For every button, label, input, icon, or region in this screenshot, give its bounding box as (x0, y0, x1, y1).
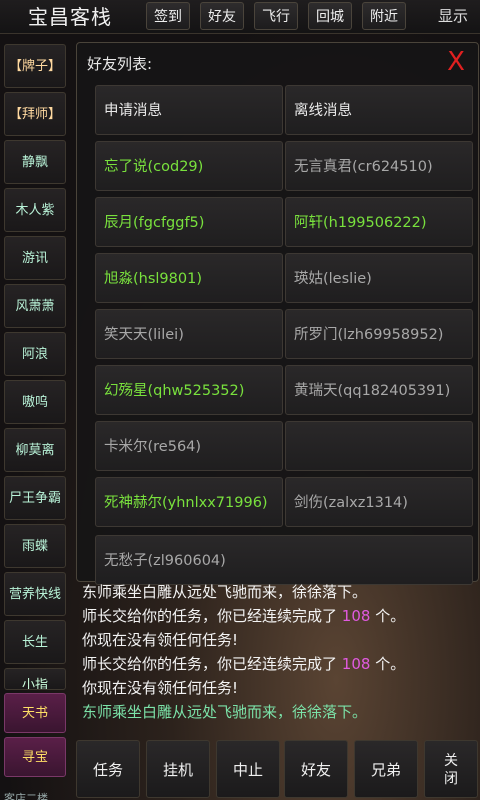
friend-entry[interactable]: 无言真君(cr624510) (285, 141, 473, 191)
chat-line: 东师乘坐白雕从远处飞驰而来，徐徐落下。 (82, 700, 367, 724)
sidebar-item-player[interactable]: 阿浪 (4, 332, 66, 376)
friend-entry[interactable]: 幻殇星(qhw525352) (95, 365, 283, 415)
friends-top-button[interactable]: 好友 (200, 2, 244, 30)
sidebar-item-apprentice[interactable]: 【拜师】 (4, 92, 66, 136)
chat-line: 师长交给你的任务，你已经连续完成了 108 个。 (82, 604, 405, 628)
friend-entry[interactable]: 阿轩(h199506222) (285, 197, 473, 247)
sign-in-button[interactable]: 签到 (146, 2, 190, 30)
chat-text: 你现在没有领任何任务! (82, 679, 239, 697)
chat-line: 东师乘坐白雕从远处飞驰而来，徐徐落下。 (82, 580, 367, 604)
sidebar-item-player[interactable]: 柳莫离 (4, 428, 66, 472)
sidebar-item-player[interactable]: 嗷呜 (4, 380, 66, 424)
sidebar-item-player[interactable]: 小指 (4, 668, 66, 690)
chat-line: 师长交给你的任务，你已经连续完成了 108 个。 (82, 652, 405, 676)
friend-entry-empty[interactable] (285, 421, 473, 471)
friend-entry[interactable]: 笑天天(lilei) (95, 309, 283, 359)
close-label-top: 关 (444, 753, 458, 769)
friend-entry[interactable]: 卡米尔(re564) (95, 421, 283, 471)
dialog-title: 好友列表: (87, 55, 153, 73)
location-label: 客店二楼 (4, 792, 48, 800)
sidebar: 【牌子】 【拜师】 静飘 木人紫 游讯 风萧萧 阿浪 嗷呜 柳莫离 尸王争霸 雨… (0, 38, 70, 800)
chat-text: 个。 (370, 607, 406, 625)
friend-entry[interactable]: 旭淼(hsl9801) (95, 253, 283, 303)
chat-line: 你现在没有领任何任务! (82, 676, 238, 700)
sidebar-item-player[interactable]: 静飘 (4, 140, 66, 184)
stop-button[interactable]: 中止 (216, 740, 280, 798)
friend-entry[interactable]: 瑛姑(leslie) (285, 253, 473, 303)
chat-text: 师长交给你的任务，你已经连续完成了 (82, 607, 342, 625)
close-panel-button[interactable]: 关 闭 (424, 740, 478, 798)
sidebar-item-player[interactable]: 长生 (4, 620, 66, 664)
sidebar-item-treasure[interactable]: 寻宝 (4, 737, 66, 777)
chat-line: 你现在没有领任何任务! (82, 628, 238, 652)
friend-entry[interactable]: 所罗门(lzh69958952) (285, 309, 473, 359)
app-title: 宝昌客栈 (28, 5, 112, 29)
close-label-bottom: 闭 (444, 771, 458, 787)
friend-entry[interactable]: 忘了说(cod29) (95, 141, 283, 191)
chat-text: 个。 (370, 655, 406, 673)
friend-entry[interactable]: 剑伤(zalxz1314) (285, 477, 473, 527)
header-apply-messages[interactable]: 申请消息 (95, 85, 283, 135)
task-button[interactable]: 任务 (76, 740, 140, 798)
sidebar-item-player[interactable]: 木人紫 (4, 188, 66, 232)
close-icon[interactable]: X (444, 49, 468, 75)
nearby-button[interactable]: 附近 (362, 2, 406, 30)
sidebar-item-player[interactable]: 风萧萧 (4, 284, 66, 328)
auto-battle-button[interactable]: 挂机 (146, 740, 210, 798)
sidebar-item-player[interactable]: 尸王争霸 (4, 476, 66, 520)
sidebar-item-tianshu[interactable]: 天书 (4, 693, 66, 733)
fly-button[interactable]: 飞行 (254, 2, 298, 30)
chat-count: 108 (341, 607, 371, 625)
chat-text: 师长交给你的任务，你已经连续完成了 (82, 655, 342, 673)
sidebar-item-player[interactable]: 营养快线 (4, 572, 66, 616)
friend-entry[interactable]: 死神赫尔(yhnlxx71996) (95, 477, 283, 527)
sidebar-item-player[interactable]: 雨蝶 (4, 524, 66, 568)
friend-entry[interactable]: 辰月(fgcfggf5) (95, 197, 283, 247)
friends-button[interactable]: 好友 (284, 740, 348, 798)
chat-text: 东师乘坐白雕从远处飞驰而来，徐徐落下。 (82, 583, 368, 601)
friend-entry[interactable]: 黄瑞天(qq182405391) (285, 365, 473, 415)
header-offline-messages[interactable]: 离线消息 (285, 85, 473, 135)
friend-entry[interactable]: 无愁子(zl960604) (95, 535, 473, 585)
top-bar: 宝昌客栈 签到 好友 飞行 回城 附近 显示 (0, 0, 480, 34)
brothers-button[interactable]: 兄弟 (354, 740, 418, 798)
sidebar-item-player[interactable]: 游讯 (4, 236, 66, 280)
chat-count: 108 (341, 655, 371, 673)
sidebar-item-badge[interactable]: 【牌子】 (4, 44, 66, 88)
chat-text: 东师乘坐白雕从远处飞驰而来，徐徐落下。 (82, 703, 368, 721)
return-city-button[interactable]: 回城 (308, 2, 352, 30)
show-toggle-button[interactable]: 显示 (438, 2, 468, 30)
friend-list-dialog: 好友列表: X 申请消息 离线消息 忘了说(cod29) 无言真君(cr62451… (76, 42, 479, 585)
chat-text: 你现在没有领任何任务! (82, 631, 239, 649)
